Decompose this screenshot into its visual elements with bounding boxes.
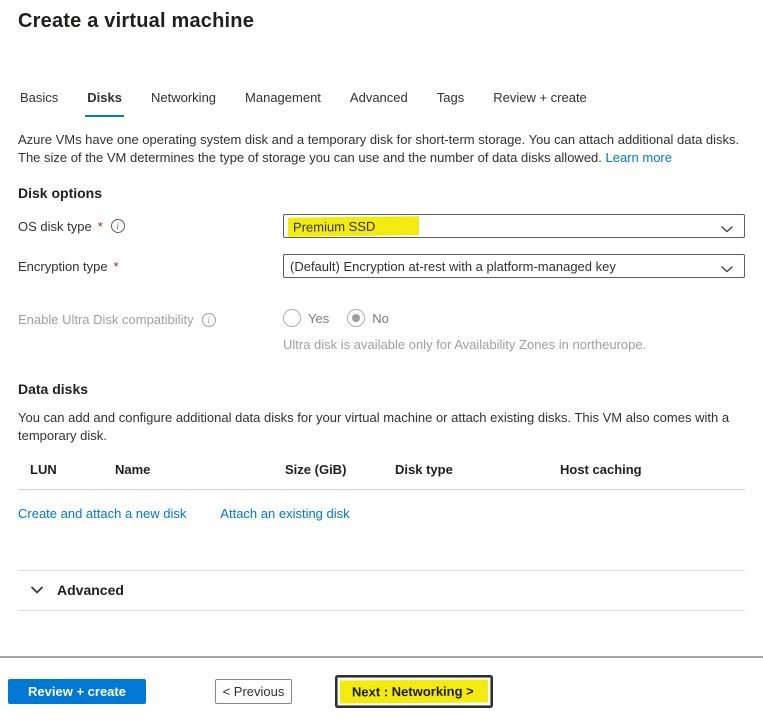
tab-advanced[interactable]: Advanced [348,90,410,117]
disk-options-heading: Disk options [18,185,745,201]
info-icon[interactable]: i [111,219,125,233]
os-disk-type-value: Premium SSD [288,216,420,237]
encryption-type-label-group: Encryption type * [18,259,283,274]
advanced-accordion[interactable]: Advanced [18,570,745,611]
data-disks-description: You can add and configure additional dat… [18,409,745,445]
ultra-disk-control: Yes No Ultra disk is available only for … [283,309,646,354]
encryption-type-value: (Default) Encryption at-rest with a plat… [290,259,616,274]
os-disk-type-label-group: OS disk type * i [18,219,283,234]
ultra-disk-helper-text: Ultra disk is available only for Availab… [283,336,646,354]
tab-networking[interactable]: Networking [149,90,218,117]
tab-tags[interactable]: Tags [435,90,466,117]
os-disk-type-dropdown[interactable]: Premium SSD [283,214,745,238]
info-icon[interactable]: i [202,313,216,327]
ultra-disk-label: Enable Ultra Disk compatibility [18,312,194,327]
radio-yes-circle[interactable] [283,309,301,327]
learn-more-link[interactable]: Learn more [606,150,672,165]
tab-basics[interactable]: Basics [18,90,60,117]
create-vm-page: Create a virtual machine Basics Disks Ne… [0,0,763,723]
review-create-button[interactable]: Review + create [8,679,146,704]
chevron-down-icon [720,262,734,277]
data-disks-heading: Data disks [18,381,745,397]
chevron-down-icon [30,583,44,598]
column-header-disk-type: Disk type [395,462,560,477]
attach-existing-disk-link[interactable]: Attach an existing disk [220,506,349,521]
ultra-disk-row: Enable Ultra Disk compatibility i Yes No… [18,309,745,354]
radio-yes[interactable]: Yes [283,309,329,327]
radio-no-circle[interactable] [347,309,365,327]
column-header-host-caching: Host caching [560,462,745,477]
encryption-type-dropdown[interactable]: (Default) Encryption at-rest with a plat… [283,254,745,278]
tab-disks[interactable]: Disks [85,90,124,117]
create-attach-new-disk-link[interactable]: Create and attach a new disk [18,506,186,521]
column-header-name: Name [115,462,285,477]
advanced-accordion-label: Advanced [57,582,124,598]
next-networking-label: Next : Networking > [340,679,488,703]
intro-paragraph: Azure VMs have one operating system disk… [18,131,745,167]
footer-bar: Review + create < Previous Next : Networ… [0,656,763,723]
ultra-disk-radio-group: Yes No [283,309,646,327]
tab-bar: Basics Disks Networking Management Advan… [18,90,745,118]
disk-options-form: OS disk type * i Premium SSD Encryption … [18,214,745,354]
encryption-type-label: Encryption type [18,259,108,274]
data-disks-links: Create and attach a new disk Attach an e… [18,506,745,521]
previous-button[interactable]: < Previous [215,679,292,704]
tab-management[interactable]: Management [243,90,323,117]
required-marker: * [114,259,119,274]
tab-review-create[interactable]: Review + create [491,90,589,117]
column-header-lun: LUN [30,462,115,477]
radio-no[interactable]: No [347,309,389,327]
radio-no-label: No [372,311,389,326]
chevron-down-icon [720,222,734,237]
next-networking-button[interactable]: Next : Networking > [337,677,491,706]
os-disk-type-row: OS disk type * i Premium SSD [18,214,745,238]
required-marker: * [98,219,103,234]
radio-yes-label: Yes [308,311,329,326]
page-title: Create a virtual machine [0,0,763,33]
ultra-disk-label-group: Enable Ultra Disk compatibility i [18,309,283,327]
data-disks-table-header: LUN Name Size (GiB) Disk type Host cachi… [18,462,745,490]
column-header-size: Size (GiB) [285,462,395,477]
encryption-type-row: Encryption type * (Default) Encryption a… [18,254,745,278]
os-disk-type-label: OS disk type [18,219,92,234]
